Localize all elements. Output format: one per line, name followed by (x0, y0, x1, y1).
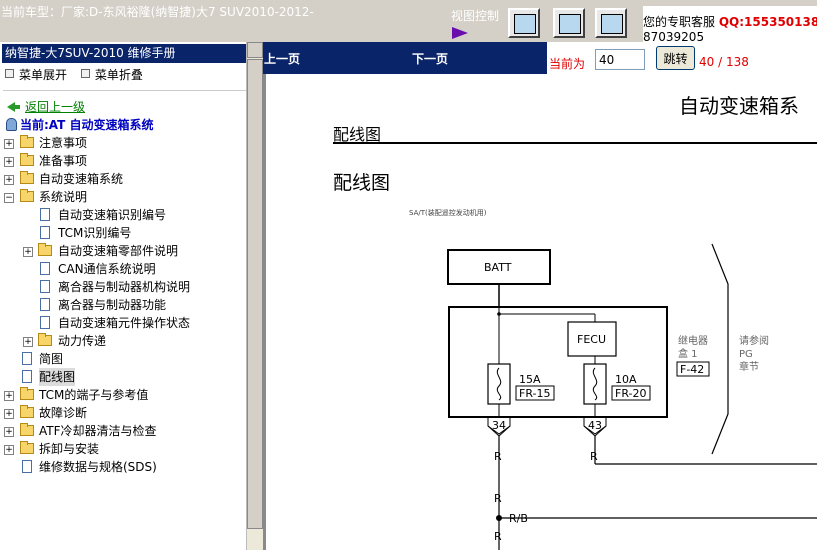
menu-collapse-button[interactable]: 菜单折叠 (95, 68, 143, 82)
next-page-link[interactable]: 下一页 (412, 50, 448, 67)
view-control-label: 视图控制 (451, 9, 500, 23)
document-viewer: 自动变速箱系 配线图 配线图 SA/T(装配遥控发动机用) BATT FECU … (263, 74, 817, 550)
expand-plus-icon[interactable]: + (4, 445, 14, 455)
document-icon (22, 460, 32, 473)
fuse-2 (583, 363, 607, 405)
folder-icon (20, 153, 34, 166)
folder-icon (20, 423, 34, 436)
page-count: 40 / 138 (699, 55, 749, 69)
open-folder-icon (20, 189, 34, 202)
relay-box-label-1: 继电器 (678, 334, 708, 347)
expand-icon (5, 69, 14, 78)
folder-icon (20, 387, 34, 400)
page-nav-bar: 上一页 下一页 (263, 42, 547, 74)
folder-icon (20, 405, 34, 418)
ref-label-3: 章节 (739, 360, 759, 373)
document-icon (22, 352, 32, 365)
page-number-input[interactable] (595, 49, 645, 70)
document-icon (40, 298, 50, 311)
expand-plus-icon[interactable]: + (4, 175, 14, 185)
divider (3, 90, 246, 91)
prev-page-link[interactable]: 上一页 (264, 50, 300, 67)
document-icon (40, 208, 50, 221)
wire-rb: R/B (509, 512, 528, 525)
customer-service-panel: 您的专职客服 QQ:1553501388 87039205 (643, 6, 817, 42)
manual-title: 纳智捷-大7SUV-2010 维修手册 (2, 44, 246, 63)
service-label: 您的专职客服 (643, 15, 716, 29)
wire-r-4: R (494, 530, 502, 543)
scroll-up-arrow-icon[interactable] (247, 42, 263, 58)
folder-icon (20, 171, 34, 184)
expand-plus-icon[interactable]: + (4, 391, 14, 401)
jump-button[interactable]: 跳转 (656, 46, 695, 70)
fecu-label: FECU (577, 333, 606, 346)
service-qq[interactable]: QQ:1553501388 (719, 15, 817, 29)
batt-label: BATT (484, 261, 512, 274)
folder-icon (20, 135, 34, 148)
book-icon (6, 118, 17, 131)
expand-plus-icon[interactable]: + (23, 337, 33, 347)
play-icon[interactable] (452, 27, 468, 39)
folder-icon (38, 333, 52, 346)
top-bar: 当前车型：厂家:D-东风裕隆(纳智捷)大7 SUV2010-2012- 视图控制… (0, 0, 817, 42)
wiring-diagram: BATT FECU 15A FR-15 10A FR-20 继电器 盒 1 F-… (447, 243, 817, 550)
document-icon (40, 226, 50, 239)
expand-plus-icon[interactable]: + (4, 157, 14, 167)
collapse-icon (80, 69, 90, 78)
expand-plus-icon[interactable]: + (4, 427, 14, 437)
fuse-1-amp: 15A (519, 373, 541, 386)
view-left-pane-button[interactable] (508, 8, 540, 38)
expand-plus-icon[interactable]: + (4, 409, 14, 419)
fuse-2-amp: 10A (615, 373, 637, 386)
menu-toggle-bar: 菜单展开 菜单折叠 (2, 66, 143, 83)
service-phone: 87039205 (643, 30, 705, 42)
menu-expand-button[interactable]: 菜单展开 (19, 68, 67, 82)
scrollbar-thumb[interactable] (247, 59, 263, 529)
ref-label-2: PG (739, 349, 753, 360)
ref-label-1: 请参阅 (739, 334, 769, 347)
relay-box-code: F-42 (680, 363, 704, 376)
sidebar-scrollbar[interactable] (246, 42, 263, 550)
document-icon (40, 280, 50, 293)
view-split-button[interactable] (553, 8, 585, 38)
expand-plus-icon[interactable]: + (23, 247, 33, 257)
sidebar: 纳智捷-大7SUV-2010 维修手册 菜单展开 菜单折叠 返回上一级 当前:A… (0, 42, 263, 550)
document-icon (22, 370, 32, 383)
back-arrow-icon (7, 102, 20, 112)
view-right-pane-button[interactable] (595, 8, 627, 38)
collapse-minus-icon[interactable]: − (4, 193, 14, 203)
connector-43-label: 43 (588, 419, 602, 432)
folder-icon (38, 243, 52, 256)
document-icon (40, 262, 50, 275)
page-controls: 当前为 跳转 40 / 138 (547, 42, 817, 74)
fuse-2-code: FR-20 (615, 387, 647, 400)
current-car-model: 当前车型：厂家:D-东风裕隆(纳智捷)大7 SUV2010-2012- (1, 5, 314, 19)
current-page-label: 当前为 (549, 57, 586, 71)
relay-box-label-2: 盒 1 (678, 347, 698, 360)
document-icon (40, 316, 50, 329)
expand-plus-icon[interactable]: + (4, 139, 14, 149)
fuse-1-code: FR-15 (519, 387, 551, 400)
folder-icon (20, 441, 34, 454)
wire-r-3: R (494, 492, 502, 505)
connector-34-label: 34 (492, 419, 506, 432)
fuse-1 (487, 363, 511, 405)
wire-r-2: R (590, 450, 598, 463)
wire-r-1: R (494, 450, 502, 463)
